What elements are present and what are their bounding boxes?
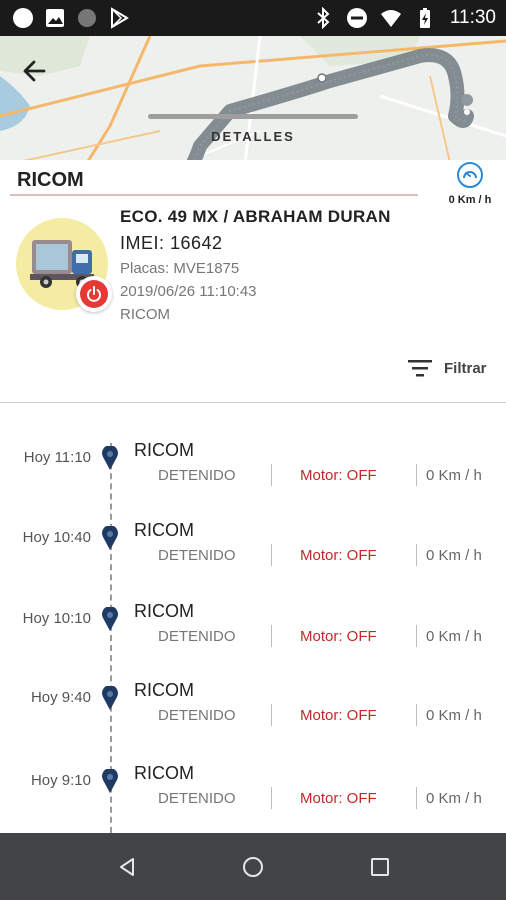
event-status: DETENIDO [158, 707, 236, 724]
event-speed: 0 Km / h [426, 547, 482, 564]
event-status: DETENIDO [158, 547, 236, 564]
circle-home-icon [243, 857, 263, 877]
event-time: Hoy 10:40 [22, 529, 91, 546]
clock: 11:30 [449, 7, 496, 28]
square-recents-icon [371, 858, 389, 876]
page-title: RICOM [17, 169, 84, 191]
vehicle-company: RICOM [120, 306, 170, 323]
separator [416, 787, 417, 809]
separator [271, 544, 272, 566]
event-motor: Motor: OFF [300, 790, 377, 807]
speed-value: 0 Km / h [448, 194, 492, 206]
speed-indicator: 0 Km / h [440, 162, 500, 206]
filter-icon [408, 360, 432, 377]
event-time: Hoy 9:40 [30, 689, 91, 706]
timeline-event[interactable]: Hoy 11:10 RICOM DETENIDO Motor: OFF 0 Km… [0, 418, 506, 488]
location-pin-icon [102, 686, 118, 710]
timeline-event[interactable]: Hoy 10:40 RICOM DETENIDO Motor: OFF 0 Km… [0, 498, 506, 568]
event-status: DETENIDO [158, 790, 236, 807]
arrow-back-icon [23, 60, 46, 82]
event-motor: Motor: OFF [300, 467, 377, 484]
title-bar: RICOM [10, 164, 418, 196]
separator [416, 625, 417, 647]
event-motor: Motor: OFF [300, 707, 377, 724]
nav-recents-button[interactable] [366, 853, 394, 881]
separator [416, 464, 417, 486]
timeline-event[interactable]: Hoy 9:40 RICOM DETENIDO Motor: OFF 0 Km … [0, 658, 506, 728]
location-pin-icon [102, 446, 118, 470]
play-store-icon [111, 7, 129, 29]
separator [271, 464, 272, 486]
section-label: DETALLES [211, 129, 295, 144]
status-bar: 11:30 [0, 0, 506, 36]
circle-dark-icon [78, 9, 96, 27]
event-timeline: Hoy 11:10 RICOM DETENIDO Motor: OFF 0 Km… [0, 403, 506, 833]
do-not-disturb-icon [346, 8, 367, 28]
nav-back-button[interactable] [113, 853, 141, 881]
vehicle-imei: IMEI: 16642 [120, 233, 223, 253]
vehicle-plates: Placas: MVE1875 [120, 260, 240, 277]
event-time: Hoy 10:10 [22, 610, 91, 627]
triangle-back-icon [120, 858, 134, 876]
event-motor: Motor: OFF [300, 547, 377, 564]
event-status: DETENIDO [158, 467, 236, 484]
nav-home-button[interactable] [239, 853, 267, 881]
location-pin-icon [102, 607, 118, 631]
system-nav-bar [0, 833, 506, 900]
power-icon [80, 280, 108, 308]
separator [416, 544, 417, 566]
event-time: Hoy 9:10 [30, 772, 91, 789]
back-button[interactable] [22, 58, 58, 94]
location-pin-icon [102, 526, 118, 550]
event-status: DETENIDO [158, 628, 236, 645]
image-icon [46, 9, 64, 27]
event-title: RICOM [134, 601, 194, 621]
event-title: RICOM [134, 680, 194, 700]
filter-button[interactable]: Filtrar [408, 359, 487, 377]
circle-icon [13, 8, 33, 28]
vehicle-name: ECO. 49 MX / ABRAHAM DURAN [120, 207, 391, 226]
event-title: RICOM [134, 763, 194, 783]
separator [271, 704, 272, 726]
drag-handle[interactable] [148, 114, 358, 119]
bluetooth-icon [317, 7, 330, 29]
vehicle-info: ECO. 49 MX / ABRAHAM DURAN IMEI: 16642 P… [120, 207, 391, 323]
filter-label: Filtrar [444, 359, 487, 377]
timeline-event[interactable]: Hoy 10:10 RICOM DETENIDO Motor: OFF 0 Km… [0, 579, 506, 649]
separator [271, 625, 272, 647]
event-time: Hoy 11:10 [23, 449, 91, 466]
engine-status-badge [76, 276, 112, 312]
wifi-icon [380, 10, 401, 27]
event-title: RICOM [134, 440, 194, 460]
event-motor: Motor: OFF [300, 628, 377, 645]
separator [271, 787, 272, 809]
timeline-event[interactable]: Hoy 9:10 RICOM DETENIDO Motor: OFF 0 Km … [0, 741, 506, 811]
location-pin-icon [102, 769, 118, 793]
battery-icon [419, 8, 430, 28]
vehicle-datetime: 2019/06/26 11:10:43 [120, 283, 257, 300]
vehicle-avatar [16, 218, 112, 314]
separator [416, 704, 417, 726]
event-speed: 0 Km / h [426, 790, 482, 807]
event-title: RICOM [134, 520, 194, 540]
event-speed: 0 Km / h [426, 467, 482, 484]
speedometer-icon [457, 162, 483, 188]
event-speed: 0 Km / h [426, 707, 482, 724]
event-speed: 0 Km / h [426, 628, 482, 645]
